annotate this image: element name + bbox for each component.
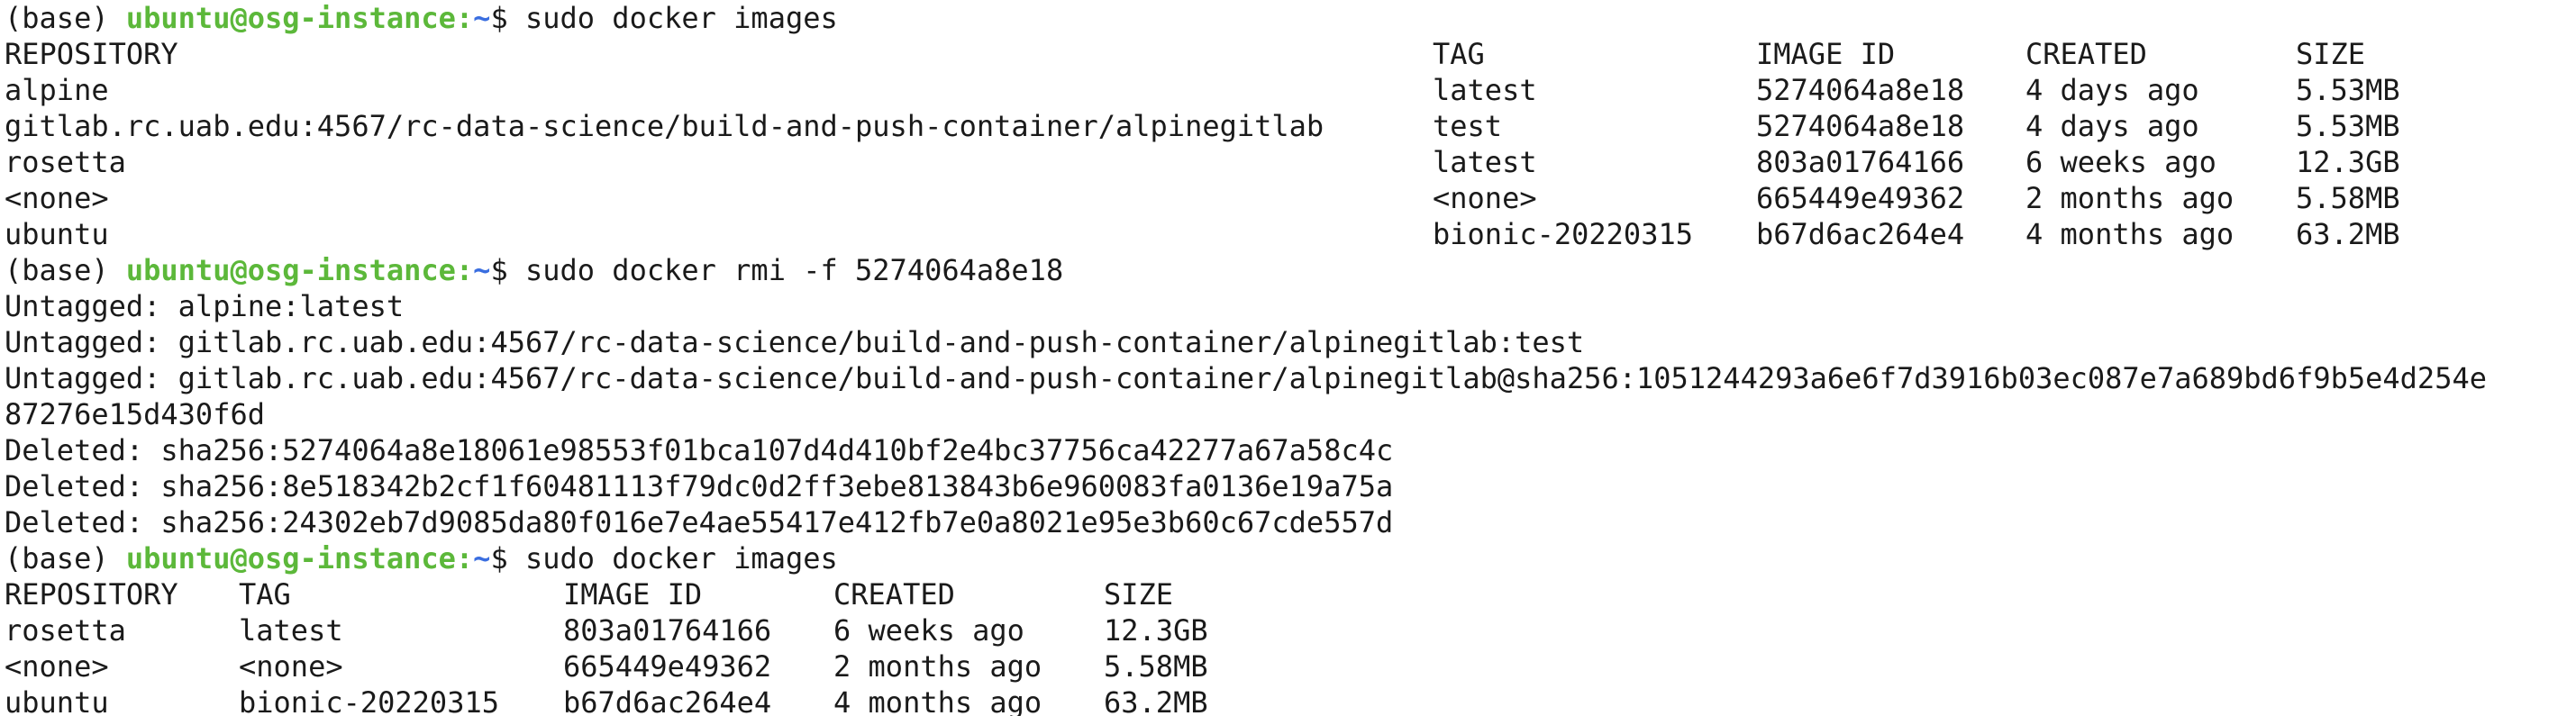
cell-image-id: 803a01764166 [1756, 145, 1965, 179]
conda-env-prefix: (base) [5, 541, 126, 576]
cell-image-id: 665449e49362 [1756, 181, 1965, 215]
cell-created: 4 months ago [833, 685, 1042, 716]
prompt-path: ~ [473, 253, 491, 287]
cell-tag: <none> [1433, 181, 1537, 215]
table-header-row: REPOSITORY TAG IMAGE ID CREATED SIZE [5, 36, 2576, 72]
cell-repository: ubuntu [5, 685, 109, 716]
prompt-separator: : [455, 253, 474, 287]
cell-size: 12.3GB [2296, 145, 2400, 179]
cell-tag: <none> [239, 649, 343, 684]
header-repository: REPOSITORY [5, 37, 178, 71]
output-line: Deleted: sha256:24302eb7d9085da80f016e7e… [5, 505, 1394, 539]
user-host: ubuntu@osg-instance [125, 253, 456, 287]
cell-repository: <none> [5, 649, 109, 684]
prompt-symbol: $ [490, 541, 525, 576]
cell-image-id: 5274064a8e18 [1756, 109, 1965, 143]
cell-created: 6 weeks ago [2025, 145, 2216, 179]
header-size: SIZE [1104, 577, 1174, 612]
cell-image-id: b67d6ac264e4 [1756, 217, 1965, 251]
prompt-path: ~ [473, 541, 491, 576]
table-row: ubuntu bionic-20220315 b67d6ac264e4 4 mo… [5, 216, 2576, 252]
cell-repository: alpine [5, 73, 109, 107]
cell-size: 5.53MB [2296, 73, 2400, 107]
header-repository: REPOSITORY [5, 577, 178, 612]
command-text: sudo docker images [524, 541, 838, 576]
cell-size: 63.2MB [2296, 217, 2400, 251]
images-table-before: REPOSITORY TAG IMAGE ID CREATED SIZE alp… [5, 36, 2576, 252]
output-line: 87276e15d430f6d [5, 397, 265, 431]
cell-created: 4 days ago [2025, 73, 2199, 107]
cell-size: 5.58MB [2296, 181, 2400, 215]
header-image-id: IMAGE ID [1756, 37, 1896, 71]
cell-repository: <none> [5, 181, 109, 215]
cell-created: 4 months ago [2025, 217, 2235, 251]
cell-repository: rosetta [5, 613, 126, 648]
prompt-symbol: $ [490, 1, 525, 35]
cell-tag: latest [1433, 145, 1537, 179]
images-table-after: REPOSITORY TAG IMAGE ID CREATED SIZE ros… [5, 576, 2576, 716]
prompt-symbol: $ [490, 253, 525, 287]
user-host: ubuntu@osg-instance [125, 1, 456, 35]
cell-tag: bionic-20220315 [239, 685, 499, 716]
prompt-line: (base) ubuntu@osg-instance:~$ sudo docke… [5, 0, 2576, 36]
header-tag: TAG [239, 577, 291, 612]
cell-size: 63.2MB [1104, 685, 1208, 716]
cell-created: 2 months ago [833, 649, 1042, 684]
header-created: CREATED [833, 577, 955, 612]
conda-env-prefix: (base) [5, 1, 126, 35]
cell-size: 12.3GB [1104, 613, 1208, 648]
prompt-separator: : [455, 1, 474, 35]
prompt-line: (base) ubuntu@osg-instance:~$ sudo docke… [5, 252, 2576, 288]
table-row: alpine latest 5274064a8e18 4 days ago 5.… [5, 72, 2576, 108]
cell-tag: test [1433, 109, 1503, 143]
cell-tag: latest [1433, 73, 1537, 107]
cell-image-id: b67d6ac264e4 [563, 685, 772, 716]
header-image-id: IMAGE ID [563, 577, 703, 612]
header-created: CREATED [2025, 37, 2147, 71]
output-line: Untagged: gitlab.rc.uab.edu:4567/rc-data… [5, 325, 1585, 359]
header-size: SIZE [2296, 37, 2366, 71]
output-line: Deleted: sha256:5274064a8e18061e98553f01… [5, 433, 1394, 467]
output-line: Untagged: gitlab.rc.uab.edu:4567/rc-data… [5, 361, 2487, 395]
cell-created: 4 days ago [2025, 109, 2199, 143]
cell-created: 2 months ago [2025, 181, 2235, 215]
header-tag: TAG [1433, 37, 1485, 71]
cell-image-id: 665449e49362 [563, 649, 772, 684]
cell-image-id: 803a01764166 [563, 613, 772, 648]
cell-repository: ubuntu [5, 217, 109, 251]
cell-repository: gitlab.rc.uab.edu:4567/rc-data-science/b… [5, 109, 1324, 143]
cell-tag: bionic-20220315 [1433, 217, 1693, 251]
prompt-path: ~ [473, 1, 491, 35]
cell-size: 5.53MB [2296, 109, 2400, 143]
command-text: sudo docker rmi -f 5274064a8e18 [524, 253, 1064, 287]
table-header-row: REPOSITORY TAG IMAGE ID CREATED SIZE [5, 576, 2576, 612]
cell-repository: rosetta [5, 145, 126, 179]
table-row: gitlab.rc.uab.edu:4567/rc-data-science/b… [5, 108, 2576, 144]
terminal-window[interactable]: (base) ubuntu@osg-instance:~$ sudo docke… [0, 0, 2576, 716]
prompt-separator: : [455, 541, 474, 576]
table-row: rosetta latest 803a01764166 6 weeks ago … [5, 144, 2576, 180]
output-line: Untagged: alpine:latest [5, 289, 405, 323]
command-text: sudo docker images [524, 1, 838, 35]
cell-image-id: 5274064a8e18 [1756, 73, 1965, 107]
table-row: <none> <none> 665449e49362 2 months ago … [5, 648, 2576, 684]
table-row: <none> <none> 665449e49362 2 months ago … [5, 180, 2576, 216]
output-line: Deleted: sha256:8e518342b2cf1f60481113f7… [5, 469, 1394, 503]
cell-size: 5.58MB [1104, 649, 1208, 684]
cell-created: 6 weeks ago [833, 613, 1024, 648]
table-row: ubuntu bionic-20220315 b67d6ac264e4 4 mo… [5, 684, 2576, 716]
table-row: rosetta latest 803a01764166 6 weeks ago … [5, 612, 2576, 648]
prompt-line: (base) ubuntu@osg-instance:~$ sudo docke… [5, 540, 2576, 576]
user-host: ubuntu@osg-instance [125, 541, 456, 576]
cell-tag: latest [239, 613, 343, 648]
